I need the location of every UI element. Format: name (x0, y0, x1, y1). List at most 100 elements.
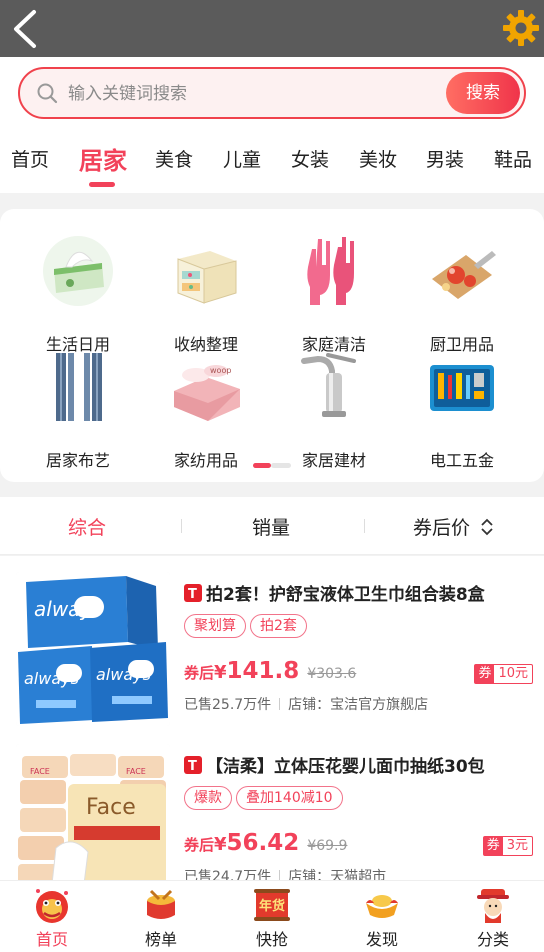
category-item[interactable]: 家居建材 (264, 351, 392, 470)
category-item[interactable]: 家庭清洁 (264, 235, 392, 354)
category-item[interactable]: 居家布艺 (8, 351, 136, 470)
price-prefix: 券后 (184, 836, 215, 854)
search-button[interactable]: 搜索 (446, 72, 520, 114)
storage-drawer-icon (170, 235, 242, 307)
category-item[interactable]: 电工五金 (392, 351, 520, 470)
sort-sales[interactable]: 销量 (252, 513, 290, 540)
price-prefix: 券后 (184, 664, 215, 682)
shop-name: 店铺：宝洁官方旗舰店 (288, 697, 429, 713)
tab-men[interactable]: 男装 (426, 145, 464, 172)
product-title: T 拍2套！护舒宝液体卫生巾组合装8盒 (184, 580, 528, 605)
product-meta: 已售25.7万件 店铺：宝洁官方旗舰店 (184, 694, 428, 714)
top-bar (0, 0, 544, 57)
nav-discover[interactable]: 发现 (342, 881, 422, 952)
category-item[interactable]: 厨卫用品 (392, 235, 520, 354)
original-price: ¥303.6 (307, 666, 357, 682)
tmall-icon: T (184, 584, 202, 602)
indicator-dot-active (253, 463, 271, 468)
price-value: 56.42 (226, 830, 300, 856)
category-item[interactable]: 生活日用 (8, 235, 136, 354)
coupon-badge[interactable]: 券 3元 (482, 836, 533, 856)
nav-ranking[interactable]: 榜单 (121, 881, 201, 952)
nav-label: 分类 (476, 930, 509, 949)
coupon-value: 10元 (498, 666, 528, 681)
price-value: 141.8 (226, 658, 300, 684)
tissue-box-icon (42, 235, 114, 307)
back-arrow-icon[interactable] (10, 8, 50, 50)
category-item[interactable]: woop 家纺用品 (136, 351, 264, 470)
bottom-nav: 首页 榜单 年货 快抢 发现 分类 (0, 880, 544, 952)
product-image: Face FACE FACE (16, 744, 170, 886)
drum-icon (141, 885, 181, 925)
toolbox-icon (426, 351, 498, 423)
tab-home[interactable]: 首页 (11, 145, 49, 172)
product-card[interactable]: Face FACE FACE T 【洁柔】立体压花婴儿面巾抽纸30包 爆款 叠加14… (0, 728, 544, 886)
sort-comprehensive[interactable]: 综合 (68, 513, 106, 540)
coupon-value: 3元 (506, 838, 528, 853)
original-price: ¥69.9 (307, 838, 348, 854)
tab-kids[interactable]: 儿童 (223, 145, 261, 172)
subcategory-panel: 生活日用 收纳整理 家庭清洁 厨卫用品 居家布艺 woop 家纺用品 家居建材 (0, 209, 544, 482)
product-card[interactable]: always always always T 拍2套！护舒宝液体卫生巾组合装8盒 … (0, 556, 544, 726)
product-title-text: 【洁柔】立体压花婴儿面巾抽纸30包 (206, 757, 485, 777)
cutting-board-icon (426, 235, 498, 307)
svg-text:T: T (188, 759, 197, 774)
tab-beauty[interactable]: 美妆 (359, 145, 397, 172)
product-price: 券后¥56.42 ¥69.9 (184, 830, 347, 856)
search-input[interactable] (68, 79, 438, 109)
product-title: T 【洁柔】立体压花婴儿面巾抽纸30包 (184, 752, 528, 777)
coupon-badge[interactable]: 券 10元 (474, 664, 533, 684)
lion-dance-icon (32, 885, 72, 925)
faucet-icon (298, 351, 370, 423)
divider (364, 519, 365, 533)
sort-price-after-coupon[interactable]: 券后价 (413, 513, 494, 540)
nav-label: 发现 (365, 930, 398, 949)
god-of-wealth-icon (473, 885, 513, 925)
nav-label: 快抢 (255, 930, 288, 949)
product-tags: 聚划算 拍2套 (184, 614, 311, 638)
tab-home-living[interactable]: 居家 (79, 141, 127, 176)
svg-text:FACE: FACE (30, 767, 50, 776)
product-tag: 叠加140减10 (236, 786, 343, 810)
coupon-label: 券 (475, 665, 495, 683)
tab-food[interactable]: 美食 (155, 145, 193, 172)
svg-text:T: T (188, 587, 197, 602)
rubber-gloves-icon (298, 235, 370, 307)
sold-count: 已售25.7万件 (184, 697, 272, 713)
svg-text:FACE: FACE (126, 767, 146, 776)
curtain-icon (42, 351, 114, 423)
product-tag: 爆款 (184, 786, 232, 810)
product-tag: 拍2套 (250, 614, 307, 638)
product-tags: 爆款 叠加140减10 (184, 786, 347, 810)
nav-categories[interactable]: 分类 (453, 881, 533, 952)
product-list: always always always T 拍2套！护舒宝液体卫生巾组合装8盒 … (0, 556, 544, 886)
tab-shoes[interactable]: 鞋品 (494, 145, 532, 172)
divider (181, 519, 182, 533)
tab-women[interactable]: 女装 (291, 145, 329, 172)
currency-symbol: ¥ (214, 834, 227, 855)
gear-icon[interactable] (502, 9, 540, 47)
product-image: always always always (16, 572, 170, 726)
category-item[interactable]: 收纳整理 (136, 235, 264, 354)
currency-symbol: ¥ (214, 662, 227, 683)
tmall-icon: T (184, 756, 202, 774)
divider (279, 698, 281, 710)
svg-text:Face: Face (86, 795, 136, 820)
category-label: 电工五金 (429, 451, 494, 470)
svg-text:年货: 年货 (259, 898, 285, 914)
category-tabs: 首页 居家 美食 儿童 女装 美妆 男装 鞋品 (0, 129, 544, 193)
product-title-text: 拍2套！护舒宝液体卫生巾组合装8盒 (206, 585, 485, 605)
svg-text:woop: woop (210, 366, 231, 375)
nav-home[interactable]: 首页 (12, 881, 92, 952)
search-icon (36, 82, 58, 104)
nav-label: 榜单 (144, 930, 177, 949)
nav-flash-sale[interactable]: 年货 快抢 (232, 881, 312, 952)
product-price: 券后¥141.8 ¥303.6 (184, 658, 356, 684)
coupon-label: 券 (483, 837, 503, 855)
product-tag: 聚划算 (184, 614, 246, 638)
indicator-dot (271, 463, 291, 468)
new-year-goods-icon: 年货 (252, 885, 292, 925)
sort-price-label: 券后价 (413, 517, 471, 539)
sort-toggle-icon (481, 518, 493, 536)
category-label: 居家布艺 (45, 451, 110, 470)
